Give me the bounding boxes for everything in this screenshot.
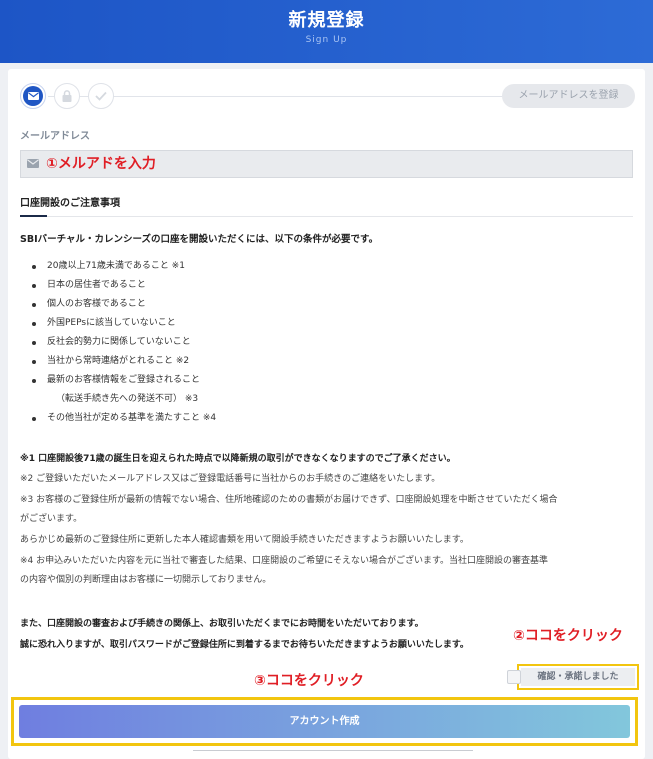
note-line: あらかじめ最新のご登録住所に更新した本人確認書類を用いて開設手続きいただきますよ…	[20, 535, 469, 545]
page-header: 新規登録 Sign Up	[0, 0, 653, 63]
section-title-underline	[20, 215, 47, 217]
lock-icon	[62, 90, 72, 102]
create-account-highlight: アカウント作成	[11, 697, 638, 746]
list-item: その他当社が定める基準を満たすこと ※4	[32, 409, 216, 428]
email-label: メールアドレス	[20, 131, 90, 142]
note-line: の内容や個別の判断理由はお客様に一切開示しておりません。	[20, 575, 272, 585]
section-divider	[20, 216, 633, 217]
closing-line: また、口座開設の審査および手続きの関係上、お取引いただくまでにお時間をいただいて…	[20, 619, 424, 629]
page-title: 新規登録	[288, 10, 365, 31]
create-instruction-annotation: ③ココをクリック	[254, 673, 364, 689]
step-indicator: メールアドレスを登録	[20, 83, 635, 111]
email-instruction-annotation: ①メルアドを入力	[46, 156, 156, 172]
register-email-button[interactable]: メールアドレスを登録	[502, 84, 635, 108]
footer-divider	[193, 750, 473, 751]
note-line: ※4 お申込みいただいた内容を元に当社で審査した結果、口座開設のご希望にそえない…	[20, 556, 549, 566]
list-item: 当社から常時連絡がとれること ※2	[32, 352, 216, 371]
page-subtitle: Sign Up	[305, 35, 348, 45]
conditions-list: 20歳以上71歳未満であること ※1 日本の居住者であること 個人のお客様である…	[32, 257, 216, 428]
note-line: ※1 口座開設後71歳の誕生日を迎えられた時点で以降新規の取引ができなくなります…	[20, 454, 456, 464]
note-line: ※3 お客様のご登録住所が最新の情報でない場合、住所地確認のための書類がお届けで…	[20, 495, 558, 505]
signup-card: メールアドレスを登録 メールアドレス ①メルアドを入力 口座開設のご注意事項 S…	[8, 69, 645, 759]
list-item: 日本の居住者であること	[32, 276, 216, 295]
list-item: 最新のお客様情報をご登録されること	[32, 371, 216, 390]
note-line: がございます。	[20, 514, 83, 524]
step-connector	[48, 96, 518, 97]
list-item-continuation: （転送手続き先への発送不可） ※3	[56, 394, 199, 404]
list-item: 個人のお客様であること	[32, 295, 216, 314]
mail-icon	[27, 159, 39, 168]
step-password	[54, 83, 80, 109]
notice-intro: SBIバーチャル・カレンシーズの口座を開設いただくには、以下の条件が必要です。	[20, 234, 379, 245]
confirm-checkbox[interactable]	[507, 670, 521, 684]
step-email	[20, 83, 46, 109]
note-line: ※2 ご登録いただいたメールアドレス又はご登録電話番号に当社からのお手続きのご連…	[20, 474, 441, 484]
list-item: 20歳以上71歳未満であること ※1	[32, 257, 216, 276]
confirm-agree-button[interactable]: 確認・承諾しました	[521, 668, 635, 686]
list-item: 外国PEPsに該当していないこと	[32, 314, 216, 333]
closing-line: 誠に恐れ入りますが、取引パスワードがご登録住所に到着するまでお待ちいただきますよ…	[20, 640, 469, 650]
notice-title: 口座開設のご注意事項	[20, 198, 120, 209]
check-icon	[95, 91, 107, 101]
envelope-icon	[27, 92, 39, 100]
create-account-button[interactable]: アカウント作成	[19, 705, 630, 738]
step-complete	[88, 83, 114, 109]
confirm-highlight: 確認・承諾しました	[507, 664, 639, 690]
confirm-instruction-annotation: ②ココをクリック	[513, 628, 623, 644]
list-item: 反社会的勢力に関係していないこと	[32, 333, 216, 352]
